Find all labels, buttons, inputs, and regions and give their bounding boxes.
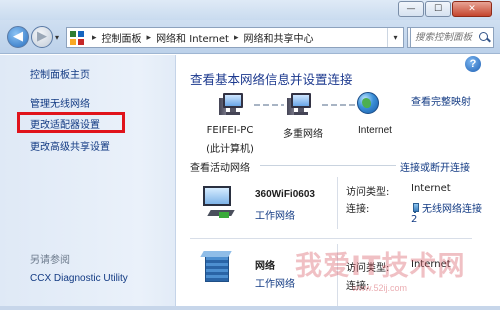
wireless-network-icon[interactable] [203, 186, 237, 220]
connection-label: 连接: [346, 204, 370, 215]
close-button[interactable]: ✕ [452, 1, 492, 17]
active-networks-heading: 查看活动网络 [190, 163, 250, 174]
access-type-value: Internet [411, 183, 451, 194]
watermark-url: www.52ij.com [352, 283, 408, 293]
breadcrumb-separator[interactable]: ▸ [234, 33, 239, 43]
left-navigation-pane: 控制面板主页 管理无线网络 更改适配器设置 更改高级共享设置 另请参阅 CCX … [0, 55, 176, 310]
wireless-signal-icon [411, 203, 419, 213]
network-bench-icon[interactable] [203, 250, 237, 284]
see-also-heading: 另请参阅 [30, 255, 70, 266]
map-connector [254, 104, 284, 106]
maximize-button[interactable]: ☐ [425, 1, 451, 17]
network-type-link[interactable]: 工作网络 [255, 207, 295, 222]
connection-name[interactable]: 无线网络连接 [422, 204, 482, 215]
control-panel-icon [70, 30, 84, 45]
internet-label: Internet [358, 125, 392, 136]
back-button[interactable]: ◀ [7, 26, 29, 48]
search-icon[interactable] [477, 31, 491, 45]
address-toolbar: ◀ ▶ ▾ ▸ 控制面板 ▸ 网络和 Internet ▸ 网络和共享中心 ▾ … [0, 20, 500, 54]
internet-globe-icon [357, 92, 379, 114]
sidebar-item-control-panel-home[interactable]: 控制面板主页 [30, 66, 90, 81]
breadcrumb-separator[interactable]: ▸ [92, 33, 97, 43]
multiple-networks-label: 多重网络 [283, 129, 323, 140]
breadcrumb-network-sharing-center[interactable]: 网络和共享中心 [243, 30, 313, 45]
address-breadcrumb[interactable]: ▸ 控制面板 ▸ 网络和 Internet ▸ 网络和共享中心 ▾ [66, 27, 404, 48]
window-controls: — ☐ ✕ [397, 1, 492, 17]
connection-number[interactable]: 2 [411, 214, 417, 225]
network-name: 网络 [255, 261, 275, 272]
this-computer-label: (此计算机) [206, 144, 254, 155]
sidebar-item-change-adapter-settings[interactable]: 更改适配器设置 [30, 116, 100, 131]
networks-separator [190, 238, 472, 239]
window-bottom-edge [0, 306, 500, 310]
breadcrumb-network-internet[interactable]: 网络和 Internet [156, 30, 229, 45]
address-dropdown-icon[interactable]: ▾ [387, 28, 403, 47]
sidebar-item-advanced-sharing[interactable]: 更改高级共享设置 [30, 138, 110, 153]
network-name: 360WiFi0603 [255, 189, 315, 200]
site-watermark: 我爱IT技术网 [295, 251, 466, 282]
page-title: 查看基本网络信息并设置连接 [190, 72, 353, 87]
computer-name-label: FEIFEI-PC [206, 125, 254, 136]
help-icon[interactable]: ? [465, 56, 481, 72]
map-connector [322, 104, 356, 106]
search-box[interactable] [410, 27, 494, 48]
recent-pages-dropdown-icon[interactable]: ▾ [55, 33, 59, 42]
window-titlebar: — ☐ ✕ [0, 0, 500, 20]
search-input[interactable] [411, 29, 477, 46]
wireless-connection-link[interactable]: 无线网络连接 [411, 200, 482, 215]
view-full-map-link[interactable]: 查看完整映射 [411, 93, 471, 108]
network-divider [337, 177, 338, 229]
breadcrumb-separator[interactable]: ▸ [147, 33, 152, 43]
section-divider [260, 165, 396, 166]
network-type-link[interactable]: 工作网络 [255, 275, 295, 290]
sidebar-item-ccx-diagnostic[interactable]: CCX Diagnostic Utility [30, 273, 128, 284]
sidebar-item-manage-wireless[interactable]: 管理无线网络 [30, 95, 90, 110]
multiple-networks-icon [287, 93, 317, 119]
breadcrumb-control-panel[interactable]: 控制面板 [102, 30, 142, 45]
connect-disconnect-link[interactable]: 连接或断开连接 [400, 159, 470, 174]
forward-button[interactable]: ▶ [31, 26, 53, 48]
access-type-label: 访问类型: [346, 187, 390, 198]
this-computer-icon [219, 93, 249, 119]
minimize-button[interactable]: — [398, 1, 424, 17]
